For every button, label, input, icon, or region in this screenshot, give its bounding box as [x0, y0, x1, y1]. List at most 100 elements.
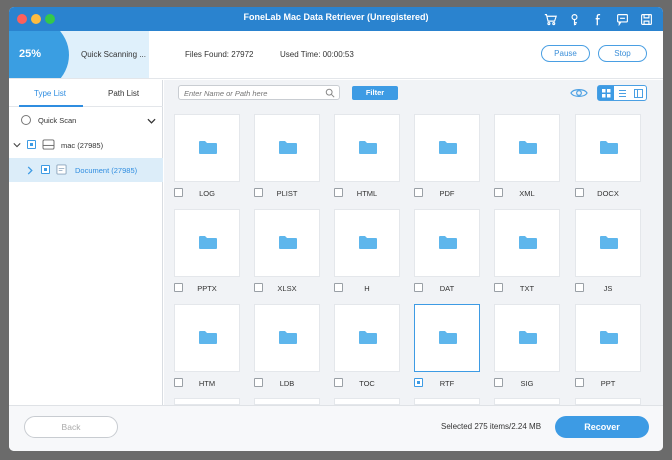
folder-icon	[519, 236, 537, 249]
stop-button[interactable]: Stop	[598, 45, 647, 62]
file-type-tile[interactable]	[174, 304, 240, 372]
file-type-tile-partial[interactable]	[174, 398, 240, 405]
file-type-tile-partial[interactable]	[254, 398, 320, 405]
folder-icon	[439, 236, 457, 249]
chat-icon[interactable]	[615, 11, 629, 27]
file-type-tile-partial[interactable]	[575, 398, 641, 405]
scan-status-label: Quick Scanning ...	[81, 50, 146, 59]
sidebar: Type List Path List Quick Scan mac (2798…	[9, 80, 163, 405]
folder-icon	[359, 141, 377, 154]
drive-row[interactable]: mac (27985)	[9, 133, 163, 157]
document-folder-label: Document (27985)	[75, 166, 138, 175]
file-type-label: XML	[519, 189, 535, 198]
save-icon[interactable]	[639, 11, 653, 27]
search-box[interactable]	[178, 85, 340, 100]
file-type-tile[interactable]	[494, 209, 560, 277]
chevron-down-icon[interactable]	[147, 118, 156, 124]
file-type-label: LOG	[199, 189, 215, 198]
folder-icon	[519, 141, 537, 154]
file-type-label: DOCX	[597, 189, 619, 198]
active-tab-indicator	[19, 105, 83, 107]
filter-button[interactable]: Filter	[352, 86, 398, 100]
folder-icon	[199, 141, 217, 154]
selection-summary: Selected 275 items/2.24 MB	[441, 422, 542, 431]
title-bar: FoneLab Mac Data Retriever (Unregistered…	[9, 7, 663, 31]
file-type-tile[interactable]	[575, 304, 641, 372]
list-view-icon[interactable]	[614, 86, 630, 100]
back-button[interactable]: Back	[24, 416, 118, 438]
quick-scan-label: Quick Scan	[38, 116, 77, 125]
tab-type-list[interactable]: Type List	[34, 89, 66, 98]
folder-icon	[279, 331, 297, 344]
document-icon	[56, 164, 67, 175]
file-type-tile[interactable]	[494, 304, 560, 372]
file-type-tile[interactable]	[174, 209, 240, 277]
file-type-tile[interactable]	[334, 209, 400, 277]
folder-icon	[600, 141, 618, 154]
folder-icon	[600, 236, 618, 249]
sidebar-tabs: Type List Path List	[9, 80, 163, 107]
eye-icon[interactable]	[570, 87, 588, 99]
folder-icon	[279, 236, 297, 249]
search-input[interactable]	[184, 87, 324, 99]
file-type-tile[interactable]	[575, 209, 641, 277]
file-type-tile[interactable]	[174, 114, 240, 182]
folder-icon	[359, 236, 377, 249]
file-type-tile[interactable]	[414, 114, 480, 182]
tab-path-list[interactable]: Path List	[108, 89, 139, 98]
file-type-label: TOC	[359, 379, 375, 388]
view-mode-toggle	[597, 85, 647, 101]
file-type-label: PDF	[439, 189, 455, 198]
file-type-tile[interactable]	[575, 114, 641, 182]
file-type-tile-partial[interactable]	[494, 398, 560, 405]
files-found-count: Files Found: 27972	[185, 50, 254, 59]
search-icon[interactable]	[325, 88, 335, 98]
file-type-tile[interactable]	[254, 114, 320, 182]
detail-view-icon[interactable]	[630, 86, 646, 100]
file-type-label: SIG	[520, 379, 534, 388]
file-type-label: TXT	[519, 284, 535, 293]
pause-button[interactable]: Pause	[541, 45, 590, 62]
file-type-label: PPT	[600, 379, 616, 388]
file-type-label: JS	[603, 284, 613, 293]
file-type-tile[interactable]	[494, 114, 560, 182]
drive-checkbox[interactable]	[27, 140, 36, 149]
hard-drive-icon	[42, 139, 55, 150]
key-icon[interactable]	[567, 11, 581, 27]
folder-icon	[199, 236, 217, 249]
folder-icon	[439, 331, 457, 344]
file-type-tile[interactable]	[254, 209, 320, 277]
file-type-tile[interactable]	[254, 304, 320, 372]
cart-icon[interactable]	[543, 11, 557, 27]
document-folder-row[interactable]: Document (27985)	[9, 158, 163, 182]
used-time: Used Time: 00:00:53	[280, 50, 354, 59]
file-type-tile[interactable]	[414, 209, 480, 277]
facebook-icon[interactable]	[591, 11, 605, 27]
file-type-tile-partial[interactable]	[414, 398, 480, 405]
file-type-tile[interactable]	[334, 304, 400, 372]
file-type-label: H	[364, 284, 370, 293]
file-type-label: HTML	[356, 189, 378, 198]
file-type-tile[interactable]	[334, 114, 400, 182]
file-type-label: DAT	[439, 284, 455, 293]
quick-scan-radio[interactable]	[21, 115, 31, 125]
file-type-label: PPTX	[197, 284, 217, 293]
file-type-label: HTM	[198, 379, 216, 388]
file-type-label: LDB	[279, 379, 295, 388]
grid-view-icon[interactable]	[598, 86, 614, 100]
file-type-tile-partial[interactable]	[334, 398, 400, 405]
file-type-label: PLIST	[276, 189, 298, 198]
scan-status-bar: 25% Quick Scanning ... Files Found: 2797…	[9, 31, 663, 79]
progress-percent: 25%	[19, 48, 42, 60]
app-window: FoneLab Mac Data Retriever (Unregistered…	[9, 7, 663, 451]
drive-label: mac (27985)	[61, 141, 104, 150]
folder-icon	[279, 141, 297, 154]
chevron-down-icon[interactable]	[13, 142, 21, 148]
file-type-tile[interactable]	[414, 304, 480, 372]
quick-scan-row[interactable]: Quick Scan	[9, 109, 163, 133]
recover-button[interactable]: Recover	[555, 416, 649, 438]
document-checkbox[interactable]	[41, 165, 50, 174]
footer-bar: Back Selected 275 items/2.24 MB Recover	[9, 405, 663, 451]
chevron-right-icon[interactable]	[27, 166, 33, 175]
file-browser: Filter LOG PLIST HTML PDF XML DOCX PPTX XLSX H DA…	[164, 80, 663, 405]
